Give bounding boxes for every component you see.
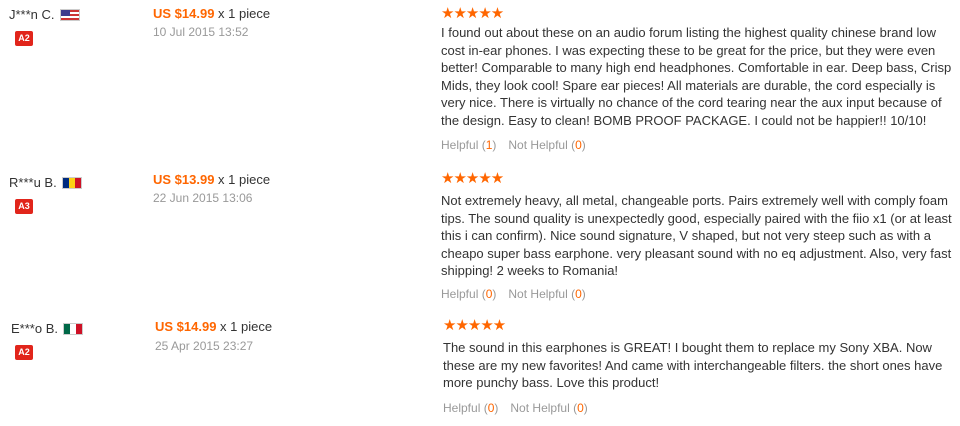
review-text: The sound in this earphones is GREAT! I … [443,340,943,390]
not-helpful-button[interactable]: Not Helpful (0) [508,287,585,301]
buyer-level-badge: A2 [15,31,33,46]
review-date: 22 Jun 2015 13:06 [153,191,253,205]
helpful-button[interactable]: Helpful (0) [441,287,496,301]
review-date: 25 Apr 2015 23:27 [155,339,254,353]
review-text: I found out about these on an audio foru… [441,25,952,128]
quantity: x 1 piece [216,319,273,334]
reviewer: J***n C. [9,7,80,22]
price-amount: US $14.99 [155,319,217,334]
reviewer-name: E***o B. [11,321,58,336]
buyer-level-badge: A2 [15,345,33,360]
star-rating: ★★★★★ [441,5,504,22]
quantity: x 1 piece [214,6,271,21]
not-helpful-button[interactable]: Not Helpful (0) [508,138,585,152]
review-text: Not extremely heavy, all metal, changeab… [441,193,952,278]
reviewer: R***u B. [9,175,82,190]
review-date: 10 Jul 2015 13:52 [153,25,249,39]
reviewer-name: R***u B. [9,175,57,190]
helpful-button[interactable]: Helpful (0) [443,401,498,415]
price-amount: US $14.99 [153,6,215,21]
us-flag-icon [59,8,80,21]
star-rating: ★★★★★ [441,170,504,187]
quantity: x 1 piece [214,172,271,187]
helpful-votes: Helpful (0) Not Helpful (0) [443,401,588,415]
mexico-flag-icon [62,322,83,335]
order-price: US $13.99 x 1 piece [153,172,270,187]
price-amount: US $13.99 [153,172,215,187]
buyer-level-badge: A3 [15,199,33,214]
reviewer: E***o B. [11,321,83,336]
helpful-votes: Helpful (1) Not Helpful (0) [441,138,586,152]
order-price: US $14.99 x 1 piece [155,319,272,334]
helpful-votes: Helpful (0) Not Helpful (0) [441,287,586,301]
romania-flag-icon [61,176,82,189]
not-helpful-button[interactable]: Not Helpful (0) [510,401,587,415]
reviewer-name: J***n C. [9,7,55,22]
order-price: US $14.99 x 1 piece [153,6,270,21]
star-rating: ★★★★★ [443,317,506,334]
helpful-button[interactable]: Helpful (1) [441,138,496,152]
